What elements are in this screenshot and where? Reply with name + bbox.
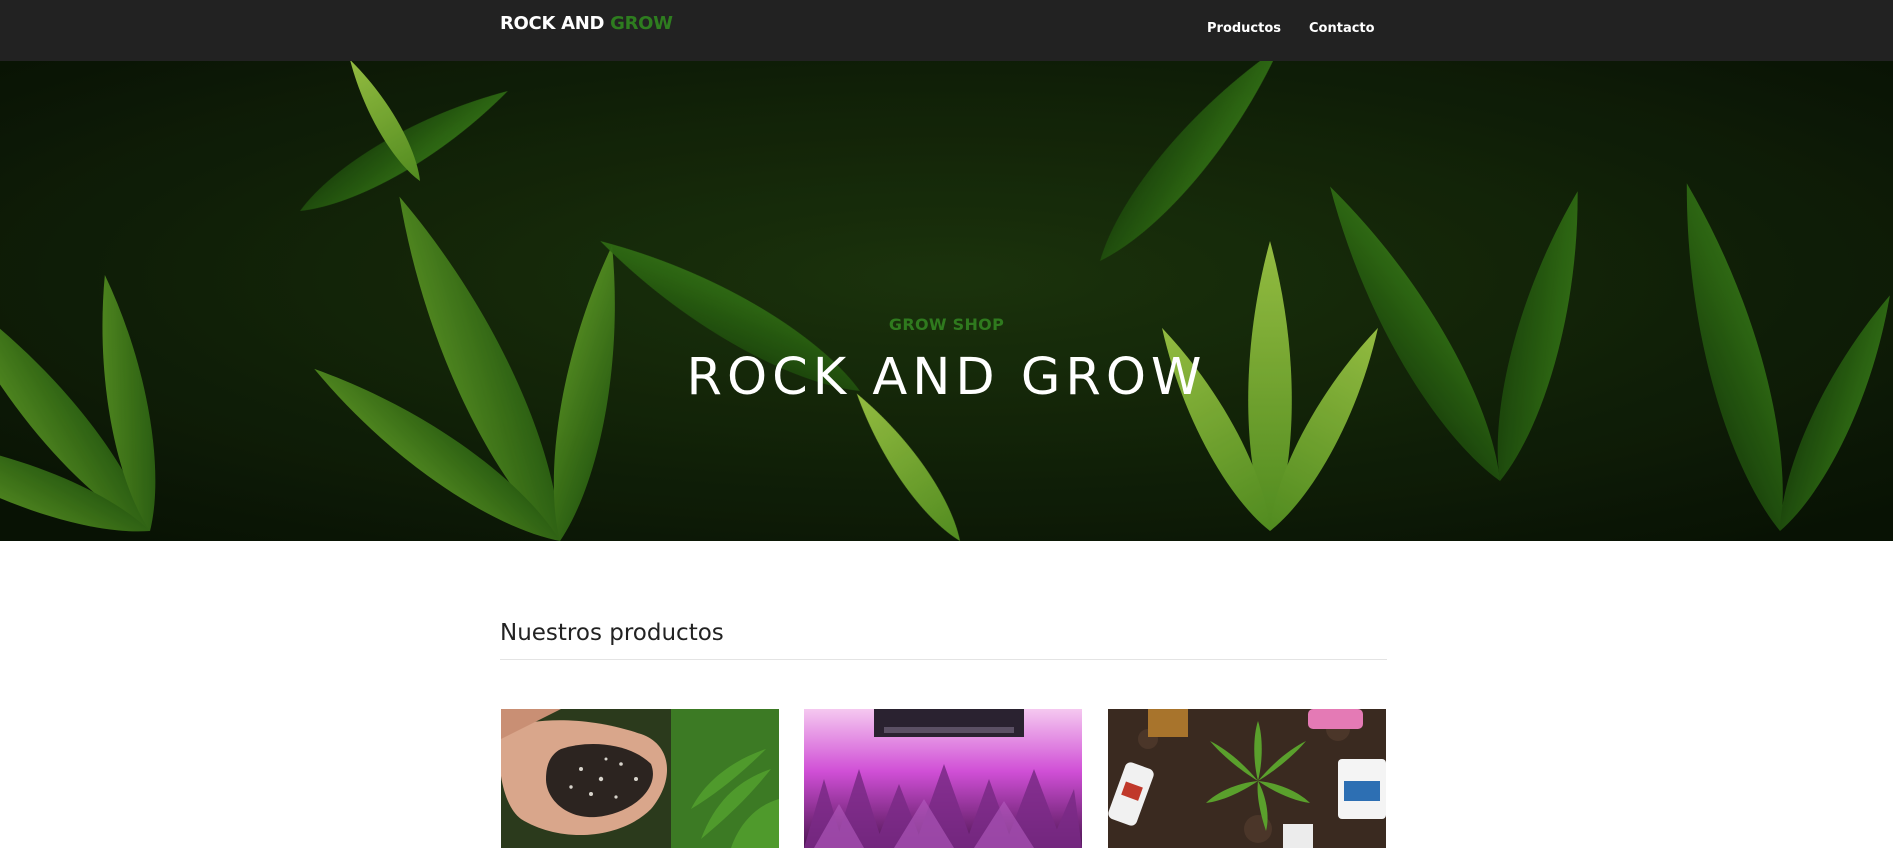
brand-logo[interactable]: ROCK AND GROW bbox=[500, 13, 673, 34]
soil-in-hands-image bbox=[501, 709, 779, 848]
hero-background-image bbox=[0, 61, 1893, 541]
nav-link-contacto[interactable]: Contacto bbox=[1309, 21, 1375, 36]
section-heading-productos: Nuestros productos bbox=[500, 620, 724, 646]
hero-subtitle: GROW SHOP bbox=[888, 315, 1005, 334]
brand-text-white: ROCK AND bbox=[500, 13, 611, 34]
plant-with-fertilizers-image bbox=[1108, 709, 1386, 848]
product-card-fertilizers[interactable] bbox=[1108, 709, 1386, 848]
hero-banner: GROW SHOP ROCK AND GROW bbox=[0, 61, 1893, 541]
section-divider bbox=[500, 659, 1387, 660]
navbar: ROCK AND GROW Productos Contacto bbox=[0, 0, 1893, 61]
product-card-grow-light[interactable] bbox=[804, 709, 1082, 848]
brand-text-green: GROW bbox=[610, 13, 673, 34]
nav-link-productos[interactable]: Productos bbox=[1207, 21, 1281, 36]
grow-light-plants-image bbox=[804, 709, 1082, 848]
hero-title: ROCK AND GROW bbox=[686, 348, 1207, 407]
product-card-soil[interactable] bbox=[501, 709, 779, 848]
